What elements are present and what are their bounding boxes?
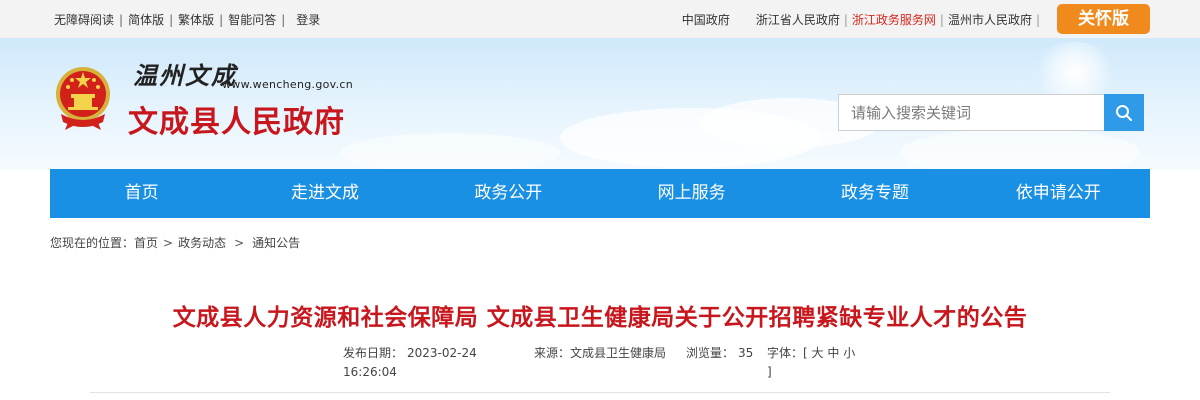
source-label: 来源： — [534, 346, 571, 360]
article-title: 文成县人力资源和社会保障局 文成县卫生健康局关于公开招聘紧缺专业人才的公告 — [172, 305, 1028, 331]
zhejiang-gov-link[interactable]: 浙江省人民政府 — [756, 11, 840, 28]
site-url: www.wencheng.gov.cn — [222, 78, 354, 91]
care-mode-button[interactable]: 关怀版 — [1057, 4, 1150, 34]
font-size-large[interactable]: 大 — [812, 346, 824, 360]
article-source: 来源：文成县卫生健康局 — [534, 344, 666, 363]
barrier-free-link[interactable]: 无障碍阅读 — [54, 11, 114, 28]
traditional-link[interactable]: 繁体版 — [178, 11, 214, 28]
font-bracket-close: ] — [767, 365, 772, 379]
breadcrumb-arrow: > — [234, 235, 245, 250]
zhejiang-service-link[interactable]: 浙江政务服务网 — [852, 11, 936, 28]
publish-date-value: 2023-02-24 — [407, 346, 477, 360]
publish-time-value: 16:26:04 — [343, 365, 397, 379]
separator: | — [939, 12, 944, 27]
accessibility-links: 无障碍阅读 | 简体版 | 繁体版 | 智能问答 | 登录 — [54, 11, 320, 28]
separator: | — [1035, 12, 1040, 27]
nav-government-affairs[interactable]: 政务公开 — [417, 169, 600, 218]
font-bracket-open: [ — [803, 346, 808, 360]
search-input[interactable] — [838, 94, 1104, 131]
publish-date: 发布日期： 2023-02-24 16:26:04 — [343, 344, 477, 382]
nav-info-request[interactable]: 依申请公开 — [967, 169, 1150, 218]
smart-qa-link[interactable]: 智能问答 — [228, 11, 276, 28]
search-box — [838, 94, 1144, 131]
article-views: 浏览量： 35 — [686, 344, 753, 363]
nav-online-services[interactable]: 网上服务 — [600, 169, 783, 218]
sun-glow — [1030, 42, 1120, 102]
separator: | — [843, 12, 848, 27]
breadcrumb-prefix: 您现在的位置： — [50, 236, 135, 250]
search-button[interactable] — [1104, 94, 1144, 131]
gov-links: 中国政府 浙江省人民政府 | 浙江政务服务网 | 温州市人民政府 | — [682, 11, 1044, 28]
views-value: 35 — [738, 346, 754, 360]
separator: | — [119, 12, 124, 27]
header-banner: 温州文成 www.wencheng.gov.cn 文成县人民政府 — [0, 38, 1200, 170]
source-value: 文成县卫生健康局 — [570, 346, 667, 360]
views-label: 浏览量： — [686, 346, 735, 360]
china-gov-link[interactable]: 中国政府 — [682, 11, 730, 28]
nav-about-wencheng[interactable]: 走进文成 — [233, 169, 416, 218]
breadcrumb-notices[interactable]: 通知公告 — [252, 234, 300, 251]
separator: | — [219, 12, 224, 27]
breadcrumb: 您现在的位置： 首页 > 政务动态 > 通知公告 — [50, 234, 300, 251]
font-size-medium[interactable]: 中 — [827, 346, 839, 360]
search-icon — [1116, 104, 1132, 121]
national-emblem-icon — [56, 67, 110, 130]
breadcrumb-home[interactable]: 首页 — [134, 234, 158, 251]
top-utility-bar: 无障碍阅读 | 简体版 | 繁体版 | 智能问答 | 登录 中国政府 浙江省人民… — [0, 0, 1200, 38]
wenzhou-gov-link[interactable]: 温州市人民政府 — [948, 11, 1032, 28]
nav-special-topics[interactable]: 政务专题 — [783, 169, 966, 218]
font-size-small[interactable]: 小 — [843, 346, 855, 360]
main-nav: 首页 走进文成 政务公开 网上服务 政务专题 依申请公开 — [50, 169, 1150, 218]
nav-home[interactable]: 首页 — [50, 169, 233, 218]
publish-label: 发布日期： — [343, 346, 404, 360]
breadcrumb-news[interactable]: 政务动态 — [178, 234, 226, 251]
site-title[interactable]: 文成县人民政府 — [128, 97, 345, 141]
login-link[interactable]: 登录 — [296, 11, 320, 28]
font-size-control: 字体：[ 大 中 小 ] — [767, 344, 855, 382]
separator: | — [169, 12, 174, 27]
font-label: 字体： — [767, 346, 804, 360]
breadcrumb-arrow: > — [163, 235, 174, 250]
simplified-link[interactable]: 简体版 — [128, 11, 164, 28]
divider — [90, 392, 1110, 393]
separator: | — [281, 12, 286, 27]
